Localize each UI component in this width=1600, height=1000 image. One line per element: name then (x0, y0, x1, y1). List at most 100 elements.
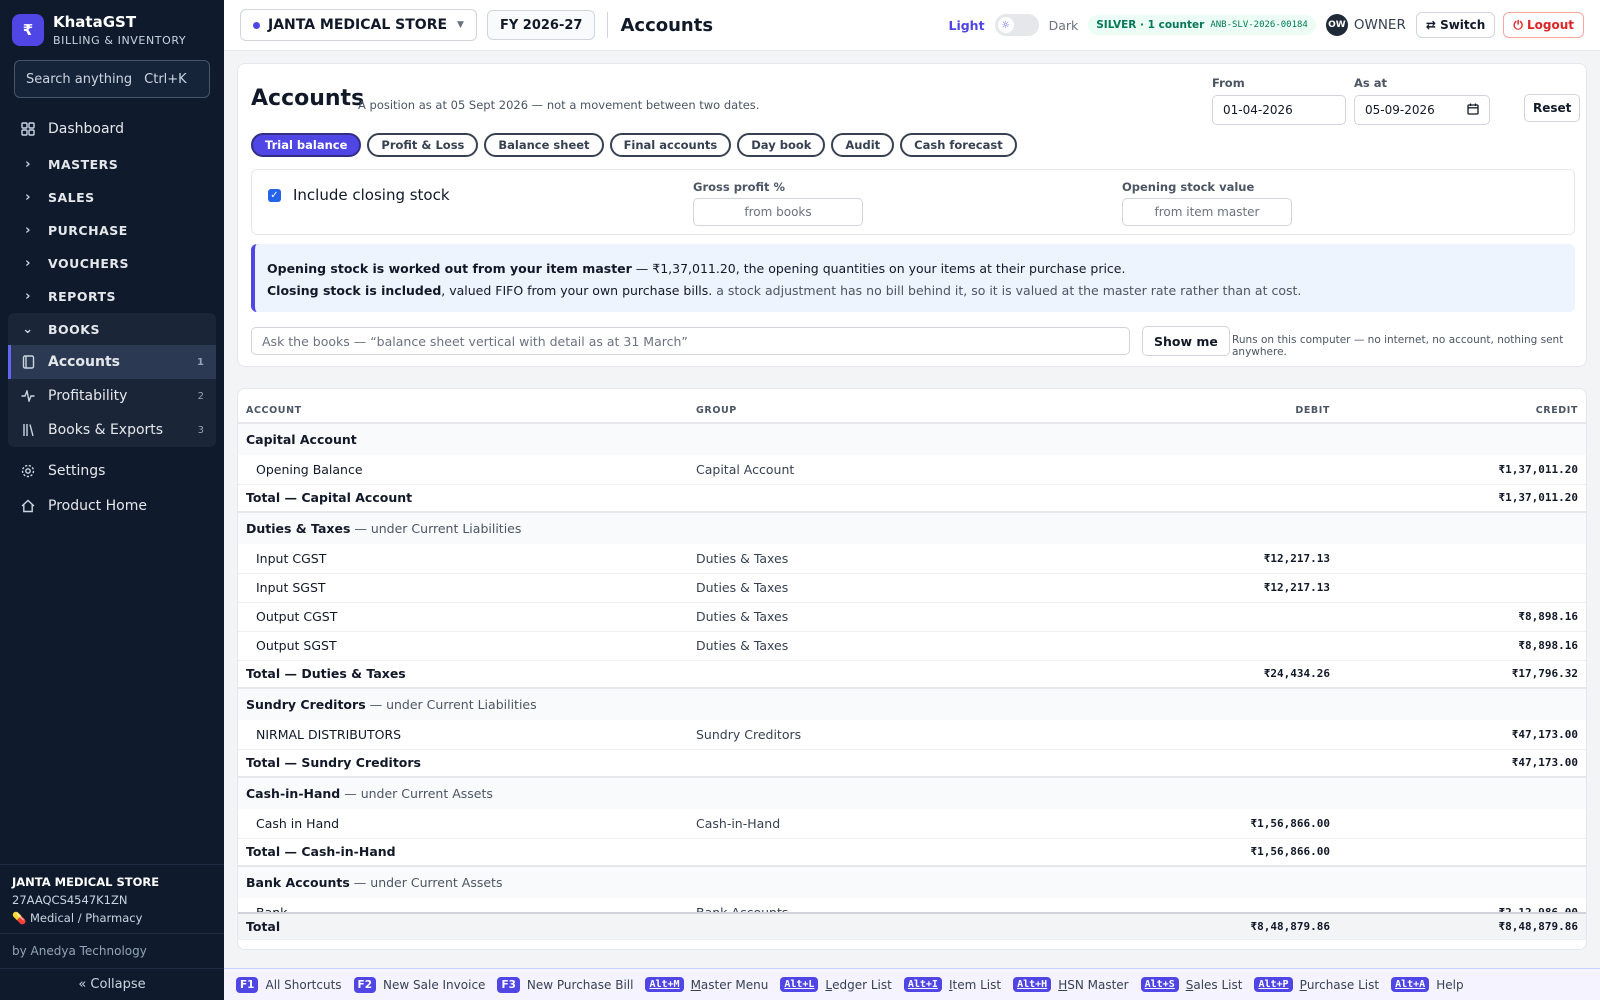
nav-product-home[interactable]: Product Home (0, 489, 224, 523)
shortcut-item[interactable]: Alt+L Ledger List (780, 977, 892, 992)
shortcut-key: Alt+S (1140, 977, 1179, 992)
shortcut-item[interactable]: Alt+S Sales List (1140, 977, 1242, 992)
table-row[interactable]: BankBank Accounts ₹2,12,986.00 (238, 898, 1586, 912)
account-name[interactable]: Output CGST (238, 602, 688, 632)
group-name: Sundry Creditors (246, 697, 366, 712)
account-debit (1108, 602, 1338, 632)
group-total-row: Total — Cash-in-Hand ₹1,56,866.00 (238, 838, 1586, 867)
col-debit[interactable]: DEBIT (1108, 389, 1338, 424)
theme-dark-label[interactable]: Dark (1049, 18, 1079, 33)
shortcut-key: F2 (353, 976, 377, 993)
stock-info-callout: Opening stock is worked out from your it… (251, 244, 1575, 312)
table-row[interactable]: NIRMAL DISTRIBUTORS Sundry Creditors ₹47,1… (238, 720, 1586, 750)
account-name[interactable]: Cash in Hand (238, 809, 688, 839)
tab-balance-sheet[interactable]: Balance sheet (484, 133, 604, 157)
account-name[interactable]: Input SGST (238, 573, 688, 603)
nav-reports[interactable]: › REPORTS (0, 280, 224, 313)
col-credit[interactable]: CREDIT (1338, 389, 1586, 424)
account-credit (1338, 544, 1586, 574)
ask-books-input[interactable]: Ask the books — “balance sheet vertical … (251, 327, 1130, 355)
shortcut-item[interactable]: F2 New Sale Invoice (353, 976, 485, 993)
nav-settings[interactable]: Settings (0, 453, 224, 489)
reset-button[interactable]: Reset (1524, 94, 1581, 122)
shortcut-key: Alt+H (1013, 977, 1052, 992)
shortcut-item[interactable]: Alt+M Master Menu (645, 977, 768, 992)
nav-purchase[interactable]: › PURCHASE (0, 214, 224, 247)
shortcut-label: All Shortcuts (265, 977, 342, 992)
nav-masters[interactable]: › MASTERS (0, 148, 224, 181)
group-name: Cash-in-Hand (246, 786, 341, 801)
sidebar-item-accounts[interactable]: Accounts 1 (8, 345, 216, 379)
nav-dashboard-label: Dashboard (48, 121, 124, 137)
tab-audit[interactable]: Audit (831, 133, 895, 157)
tab-final-accounts[interactable]: Final accounts (609, 133, 732, 157)
store-gstin: 27AAQCS4547K1ZN (12, 893, 128, 907)
gross-profit-field: Gross profit % from books (693, 180, 863, 226)
account-group: Duties & Taxes (688, 573, 1108, 603)
shortcut-item[interactable]: Alt+H H SN Master (1013, 977, 1129, 992)
sidebar-item-books-exports[interactable]: Books & Exports 3 (8, 413, 216, 447)
logout-button[interactable]: ⏻ Logout (1503, 12, 1584, 38)
nav-vouchers[interactable]: › VOUCHERS (0, 247, 224, 280)
collapse-button[interactable]: « Collapse (0, 968, 224, 1000)
options-box: ✓ Include closing stock Gross profit % f… (251, 169, 1575, 235)
shortcut-mnemonic: L (825, 977, 833, 992)
include-closing-stock-checkbox[interactable]: ✓ Include closing stock (268, 186, 450, 204)
tab-day-book[interactable]: Day book (737, 133, 826, 157)
shortcut-item[interactable]: Alt+A Help (1391, 977, 1464, 992)
asat-date-input[interactable]: 05-09-2026 (1354, 95, 1490, 125)
account-name[interactable]: Opening Balance (238, 455, 688, 485)
nav-sales[interactable]: › SALES (0, 181, 224, 214)
topbar: JANTA MEDICAL STORE ▼ FY 2026-27 Account… (224, 0, 1600, 51)
table-row[interactable]: Opening Balance Capital Account ₹1,37,011.… (238, 455, 1586, 485)
switch-button[interactable]: ⇄ Switch (1415, 12, 1496, 38)
table-row[interactable]: Input CGST Duties & Taxes ₹12,217.13 (238, 544, 1586, 574)
brand[interactable]: ₹ KhataGST BILLING & INVENTORY (0, 0, 224, 60)
account-name[interactable]: Output SGST (238, 631, 688, 661)
account-name[interactable]: Bank (238, 898, 688, 912)
trial-balance-scroll[interactable]: ACCOUNT GROUP DEBIT CREDIT Capital Accou… (238, 389, 1586, 912)
table-body: Capital Account Opening Balance Capital Ac… (238, 422, 1586, 912)
nav-vouchers-label: VOUCHERS (48, 256, 130, 271)
opening-stock-input[interactable]: from item master (1122, 198, 1292, 226)
col-account[interactable]: ACCOUNT (238, 389, 688, 424)
store-switcher[interactable]: JANTA MEDICAL STORE ▼ (240, 9, 477, 41)
shortcut-item[interactable]: Alt+P Purchase List (1254, 977, 1379, 992)
account-name[interactable]: NIRMAL DISTRIBUTORS (238, 720, 688, 750)
gross-profit-input[interactable]: from books (693, 198, 863, 226)
shortcut-item[interactable]: F3 New Purchase Bill (497, 976, 633, 993)
group-total-credit: ₹17,796.32 (1338, 660, 1586, 689)
account-name[interactable]: Input CGST (238, 544, 688, 574)
caret-down-icon: ▼ (457, 20, 464, 30)
sidebar-item-profitability[interactable]: Profitability 2 (8, 379, 216, 413)
table-row[interactable]: Output SGST Duties & Taxes ₹8,898.16 (238, 631, 1586, 661)
account-debit (1108, 898, 1338, 912)
table-row[interactable]: Cash in Hand Cash-in-Hand ₹1,56,866.00 (238, 809, 1586, 839)
group-parent: — under Current Assets (349, 875, 503, 890)
theme-toggle[interactable]: ☼ (994, 14, 1039, 36)
calendar-icon[interactable] (1467, 103, 1479, 118)
tab-cash-forecast[interactable]: Cash forecast (900, 133, 1017, 157)
col-group[interactable]: GROUP (688, 389, 1108, 424)
home-icon (20, 498, 36, 514)
shortcut-item[interactable]: Alt+I Item List (903, 977, 1001, 992)
group-parent: — under Current Liabilities (365, 697, 537, 712)
tab-trial-balance[interactable]: Trial balance (251, 133, 362, 157)
table-row[interactable]: Output CGST Duties & Taxes ₹8,898.16 (238, 602, 1586, 632)
nav-books[interactable]: ⌄ BOOKS (8, 313, 216, 345)
fy-selector[interactable]: FY 2026-27 (486, 10, 596, 40)
table-row[interactable]: Input SGST Duties & Taxes ₹12,217.13 (238, 573, 1586, 603)
checkmark-icon[interactable]: ✓ (268, 188, 281, 202)
vendor-credit: by Anedya Technology (0, 933, 224, 968)
avatar[interactable]: OW (1325, 14, 1348, 36)
from-date-input[interactable]: 01-04-2026 (1212, 95, 1346, 125)
opening-stock-note-text: — ₹1,37,011.20, the opening quantities o… (631, 261, 1126, 276)
theme-light-label[interactable]: Light (948, 18, 984, 33)
show-me-button[interactable]: Show me (1142, 326, 1230, 356)
nav-dashboard[interactable]: Dashboard (0, 110, 224, 148)
account-debit: ₹1,56,866.00 (1108, 809, 1338, 839)
account-credit: ₹2,12,986.00 (1338, 898, 1586, 912)
shortcut-item[interactable]: F1 All Shortcuts (236, 976, 342, 993)
tab-profit-loss[interactable]: Profit & Loss (367, 133, 479, 157)
search-input[interactable]: Search anything Ctrl+K (14, 60, 210, 98)
